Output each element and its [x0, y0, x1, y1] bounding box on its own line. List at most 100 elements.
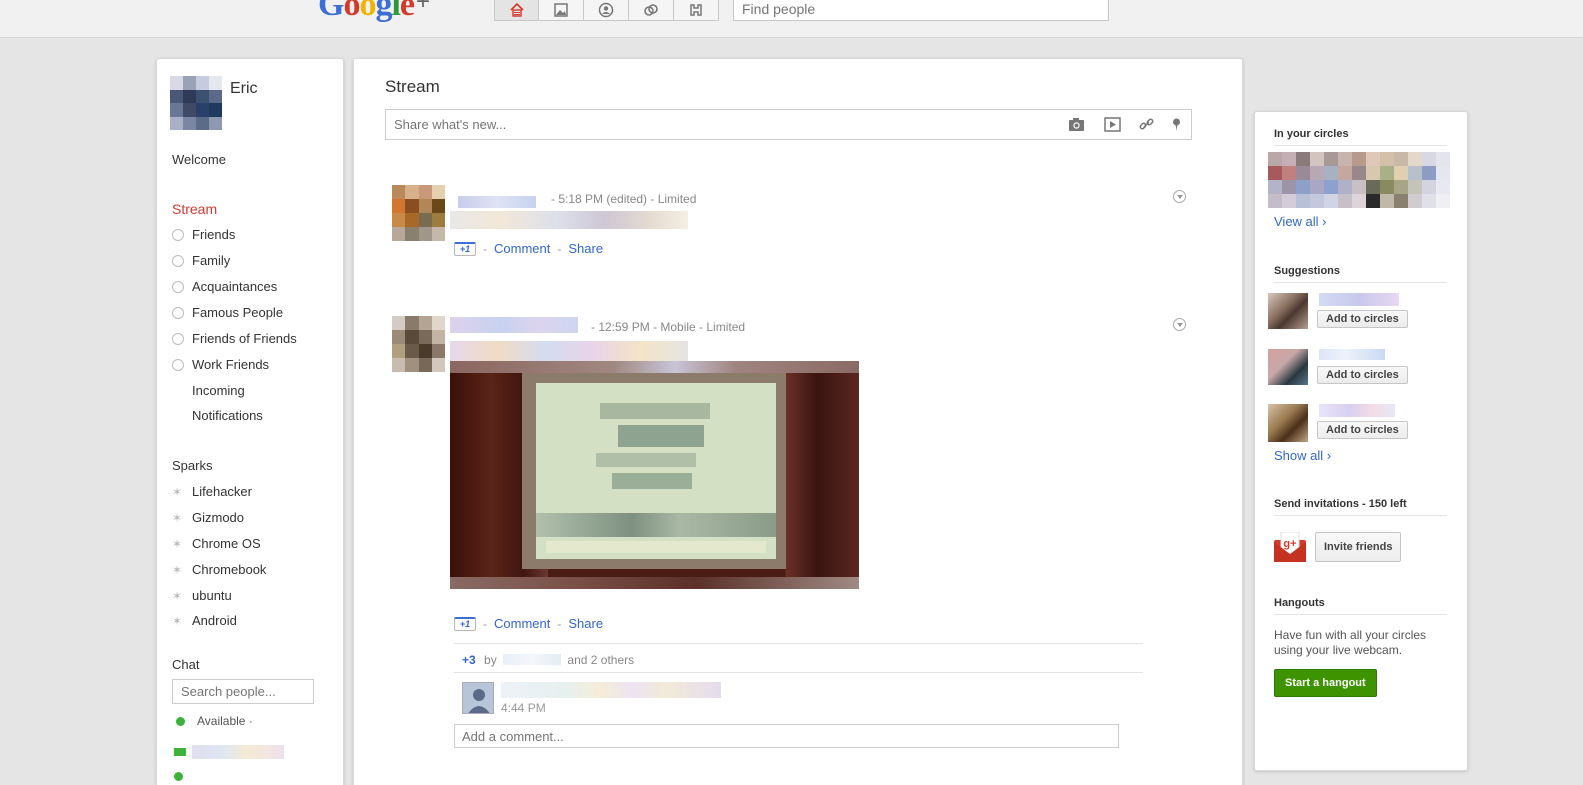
spark-icon: ✶ — [172, 613, 183, 628]
comment-link[interactable]: Comment — [494, 241, 550, 256]
avatar — [170, 76, 222, 130]
post-meta: - 5:18 PM (edited) - Limited — [551, 192, 697, 206]
chat-search-input[interactable] — [172, 679, 314, 704]
invite-friends-button[interactable]: Invite friends — [1315, 532, 1402, 562]
spark-icon: ✶ — [172, 484, 183, 499]
add-comment-input[interactable] — [454, 724, 1119, 748]
nav-games-button[interactable] — [674, 0, 719, 21]
find-people-input[interactable] — [733, 0, 1109, 21]
circle-icon — [172, 280, 184, 293]
spark-item-chromebook[interactable]: ✶ Chromebook — [172, 562, 266, 577]
suggestion-avatar[interactable] — [1268, 293, 1308, 329]
spark-icon: ✶ — [172, 536, 183, 551]
plus-count: +3 — [462, 653, 476, 667]
link-icon[interactable] — [1138, 117, 1155, 132]
add-to-circles-button[interactable]: Add to circles — [1317, 421, 1408, 439]
camera-icon[interactable] — [1068, 117, 1085, 132]
post-author-name[interactable] — [458, 196, 536, 208]
plus-ones-bar[interactable]: +3 by and 2 others — [454, 643, 1143, 673]
chat-contact-status-icon — [174, 772, 183, 781]
page-title: Stream — [385, 77, 440, 96]
video-icon[interactable] — [1104, 117, 1121, 132]
share-link[interactable]: Share — [568, 241, 603, 256]
chat-status[interactable]: Available · — [176, 714, 253, 728]
chat-contact-video-icon — [174, 748, 186, 756]
comment-text — [501, 682, 721, 698]
spark-icon: ✶ — [172, 588, 183, 603]
nav-circles-button[interactable] — [629, 0, 674, 21]
post-author-name[interactable] — [450, 317, 578, 333]
post-meta: - 12:59 PM - Mobile - Limited — [591, 320, 746, 334]
invitations-heading: Send invitations - 150 left — [1274, 498, 1447, 516]
spark-item-gizmodo[interactable]: ✶ Gizmodo — [172, 510, 244, 525]
circles-icon — [644, 3, 658, 16]
chat-contact-name[interactable] — [192, 745, 284, 759]
svg-text:g+: g+ — [1283, 538, 1296, 550]
nav-incoming[interactable]: Incoming — [192, 383, 245, 398]
suggestion-name[interactable] — [1319, 293, 1399, 306]
chat-heading: Chat — [172, 657, 200, 672]
spark-item-chrome-os[interactable]: ✶ Chrome OS — [172, 536, 261, 551]
spark-item-ubuntu[interactable]: ✶ ubuntu — [172, 588, 232, 603]
nav-stream[interactable]: Stream — [172, 201, 217, 217]
left-sidebar: Eric Welcome Stream Friends Family Acqua… — [156, 58, 344, 785]
in-circles-heading: In your circles — [1274, 128, 1447, 146]
circle-item-friends[interactable]: Friends — [172, 227, 235, 242]
google-plus-logo[interactable]: Google+ — [318, 0, 430, 24]
start-hangout-button[interactable]: Start a hangout — [1274, 669, 1377, 697]
suggestion-name[interactable] — [1319, 349, 1385, 360]
sparks-heading: Sparks — [172, 458, 213, 473]
post-photo[interactable] — [450, 361, 859, 589]
post-text — [450, 341, 688, 361]
status-available-icon — [176, 716, 185, 726]
circle-icon — [172, 358, 184, 371]
spark-icon: ✶ — [172, 562, 183, 577]
suggestion-avatar[interactable] — [1268, 404, 1308, 442]
plus-one-button[interactable]: +1 — [454, 241, 476, 256]
circle-item-friends-of-friends[interactable]: Friends of Friends — [172, 331, 297, 346]
post-menu-icon[interactable] — [1173, 318, 1186, 331]
share-link[interactable]: Share — [568, 616, 603, 631]
view-all-link[interactable]: View all › — [1274, 214, 1327, 229]
spark-item-lifehacker[interactable]: ✶ Lifehacker — [172, 484, 252, 499]
plus-one-button[interactable]: +1 — [454, 616, 476, 631]
hangouts-heading: Hangouts — [1274, 597, 1447, 615]
nav-home-button[interactable] — [494, 0, 539, 21]
suggestions-heading: Suggestions — [1274, 265, 1447, 283]
add-to-circles-button[interactable]: Add to circles — [1317, 310, 1408, 328]
games-icon — [690, 3, 702, 16]
circle-item-work-friends[interactable]: Work Friends — [172, 357, 269, 372]
plus-names — [503, 654, 562, 665]
circle-icon — [172, 228, 184, 241]
add-to-circles-button[interactable]: Add to circles — [1317, 366, 1408, 384]
nav-notifications[interactable]: Notifications — [192, 408, 263, 423]
comment-link[interactable]: Comment — [494, 616, 550, 631]
post-actions: +1 - Comment - Share — [454, 241, 603, 256]
right-sidebar: In your circles View all › Suggestions A… — [1254, 111, 1468, 771]
profile-link[interactable]: Eric — [170, 76, 258, 130]
commenter-avatar[interactable] — [462, 682, 494, 714]
comment-time: 4:44 PM — [501, 701, 546, 715]
location-icon[interactable] — [1168, 117, 1185, 132]
share-box — [385, 109, 1192, 140]
spark-item-android[interactable]: ✶ Android — [172, 613, 237, 628]
top-bar: Google+ — [0, 0, 1583, 38]
post-author-avatar[interactable] — [392, 185, 445, 241]
nav-welcome[interactable]: Welcome — [172, 152, 226, 167]
circle-item-acquaintances[interactable]: Acquaintances — [172, 279, 277, 294]
default-avatar-icon — [463, 683, 493, 713]
share-input[interactable] — [386, 110, 1046, 139]
circle-members-grid[interactable] — [1268, 152, 1450, 208]
suggestion-avatar[interactable] — [1268, 349, 1308, 385]
circle-icon — [172, 332, 184, 345]
circle-item-family[interactable]: Family — [172, 253, 230, 268]
circle-item-famous-people[interactable]: Famous People — [172, 305, 283, 320]
nav-profile-button[interactable] — [584, 0, 629, 21]
post-author-avatar[interactable] — [392, 316, 445, 372]
top-nav — [494, 0, 719, 21]
suggestion-name[interactable] — [1319, 404, 1395, 417]
post-menu-icon[interactable] — [1173, 190, 1186, 203]
nav-photos-button[interactable] — [539, 0, 584, 21]
show-all-link[interactable]: Show all › — [1274, 448, 1331, 463]
stream-panel: Stream - 5:18 PM (edited) - Limited +1 -… — [353, 58, 1243, 785]
